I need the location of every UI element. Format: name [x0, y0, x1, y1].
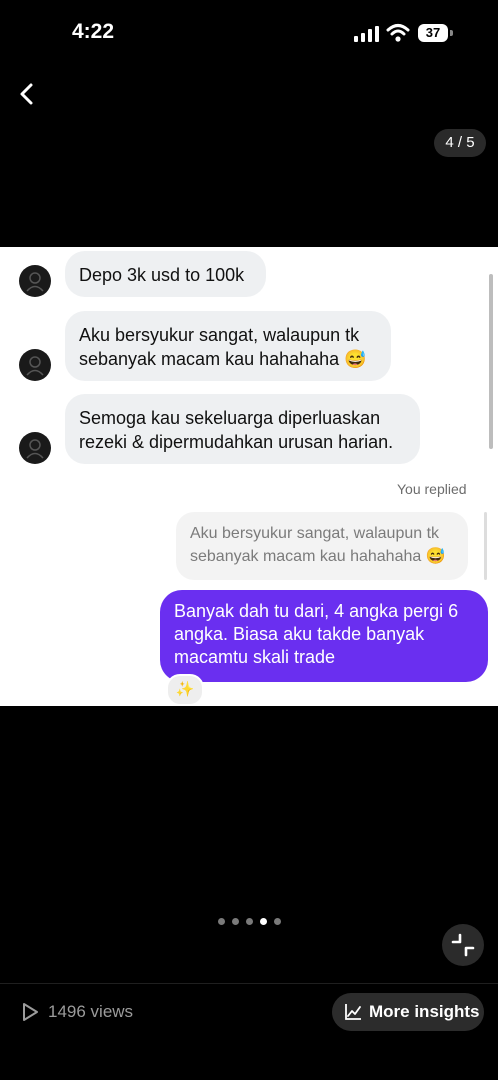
page-dot	[218, 918, 225, 925]
views-count: 1496 views	[20, 1000, 133, 1024]
message-line: Aku bersyukur sangat, walaupun tk	[190, 525, 440, 542]
message-line: Semoga kau sekeluarga diperluaskan	[79, 408, 381, 428]
message-line: sebanyak macam kau hahahaha 😅	[190, 548, 446, 565]
message-line: Banyak dah tu dari, 4 angka pergi 6	[174, 601, 459, 621]
screenshot-image[interactable]: Depo 3k usd to 100k Aku bersyukur sangat…	[0, 247, 498, 706]
quote-bar	[484, 512, 487, 580]
avatar	[19, 349, 51, 381]
avatar	[19, 265, 51, 297]
user-icon	[26, 356, 44, 376]
page-dots	[218, 912, 288, 925]
message-line: macamtu skali trade	[174, 647, 336, 667]
page-dot-active	[260, 918, 267, 925]
page-dot	[246, 918, 253, 925]
page-dot	[274, 918, 281, 925]
message-incoming-1: Depo 3k usd to 100k	[65, 251, 266, 297]
divider	[0, 983, 498, 984]
chart-icon	[345, 1004, 361, 1020]
avatar	[19, 432, 51, 464]
battery-tip	[450, 30, 453, 36]
message-incoming-2: Aku bersyukur sangat, walaupun tk sebany…	[65, 311, 391, 381]
message-line: sebanyak macam kau hahahaha 😅	[79, 349, 367, 369]
more-insights-button[interactable]: More insights	[332, 993, 484, 1031]
scrollbar[interactable]	[489, 274, 493, 449]
signal-icon	[354, 26, 379, 42]
message-line: Aku bersyukur sangat, walaupun tk	[79, 325, 360, 345]
status-bar: 4:22 37	[0, 0, 498, 64]
user-icon	[26, 439, 44, 459]
battery-level: 37	[418, 24, 448, 42]
play-icon	[23, 1003, 38, 1021]
views-label: 1496 views	[48, 1002, 134, 1021]
message-outgoing: Banyak dah tu dari, 4 angka pergi 6 angk…	[160, 590, 488, 682]
message-incoming-3: Semoga kau sekeluarga diperluaskan rezek…	[65, 394, 420, 464]
status-time: 4:22	[72, 20, 115, 43]
replied-label: You replied	[397, 481, 467, 497]
message-line: Depo 3k usd to 100k	[79, 265, 245, 285]
collapse-button[interactable]	[442, 924, 484, 966]
more-insights-label: More insights	[369, 1002, 480, 1021]
message-line: rezeki & dipermudahkan urusan harian.	[79, 432, 394, 452]
user-icon	[26, 272, 44, 292]
back-button[interactable]	[12, 78, 42, 110]
page-dot	[232, 918, 239, 925]
quoted-message: Aku bersyukur sangat, walaupun tk sebany…	[176, 512, 468, 580]
message-line: angka. Biasa aku takde banyak	[174, 624, 425, 644]
collapse-icon	[451, 933, 475, 957]
wifi-icon	[386, 24, 410, 42]
page-counter: 4 / 5	[434, 129, 486, 157]
battery-icon: 37	[418, 24, 454, 42]
sparkle-reaction-icon: ✨	[166, 674, 204, 706]
